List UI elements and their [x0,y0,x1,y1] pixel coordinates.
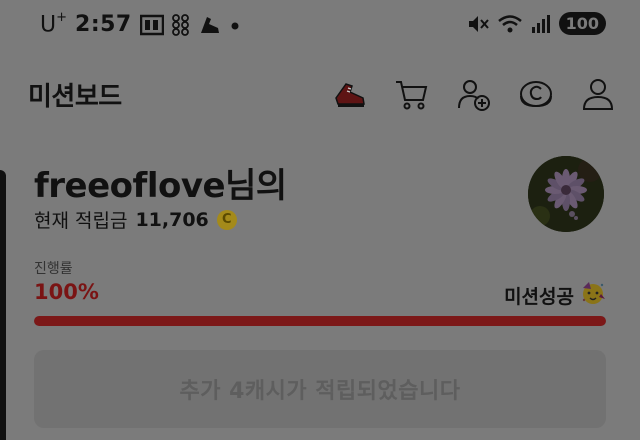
coin-icon [520,81,552,108]
cart-button[interactable] [394,76,430,112]
clock: 2:57 [75,12,132,38]
page-title: 미션보드 [28,82,122,112]
mission-status-text: 미션성공 [504,285,574,308]
battery-indicator: 100 [558,12,606,35]
coin-icon: C [216,209,237,230]
sneaker-icon [198,14,222,36]
screen: U+ 2:57 100 미션보드 freeoflove님의 현재 적립금 11,… [0,0,640,440]
points-label: 현재 적립금 [34,210,128,232]
progress-value: 100% [34,280,99,304]
reward-message-box[interactable]: 추가 4캐시가 적립되었습니다 [34,350,606,428]
status-right: 100 [467,12,606,35]
points-value: 11,706 [135,208,209,231]
profile-name: freeoflove님의 [34,166,287,206]
side-panel-edge[interactable] [0,170,6,440]
profile-icon [582,79,614,110]
cart-icon [396,81,428,110]
add-friend-icon [458,80,490,111]
profile-button[interactable] [580,76,616,112]
add-friend-button[interactable] [456,76,492,112]
party-emoji-icon [580,280,606,310]
progress-bar-fill [34,316,606,326]
sneaker-icon [335,83,365,107]
reward-message: 추가 4캐시가 적립되었습니다 [179,379,461,404]
grid-dots-icon [171,13,190,36]
mute-icon [467,13,489,35]
coin-history-button[interactable] [518,76,554,112]
signal-icon [531,13,551,35]
points-row: 현재 적립금 11,706 C [34,206,237,233]
progress-bar [34,316,606,326]
status-left: U+ 2:57 [40,10,240,38]
dot-icon [230,14,240,36]
carrier-label: U+ [40,10,68,38]
calendar-icon [139,14,164,36]
wifi-icon [497,13,523,35]
progress-label: 진행률 [34,261,73,277]
sneaker-shop-button[interactable] [332,76,368,112]
mission-status: 미션성공 [504,280,606,310]
header-actions [332,76,616,112]
flower-photo [528,156,604,232]
avatar[interactable] [528,156,604,232]
status-bar: U+ 2:57 100 [0,0,640,52]
